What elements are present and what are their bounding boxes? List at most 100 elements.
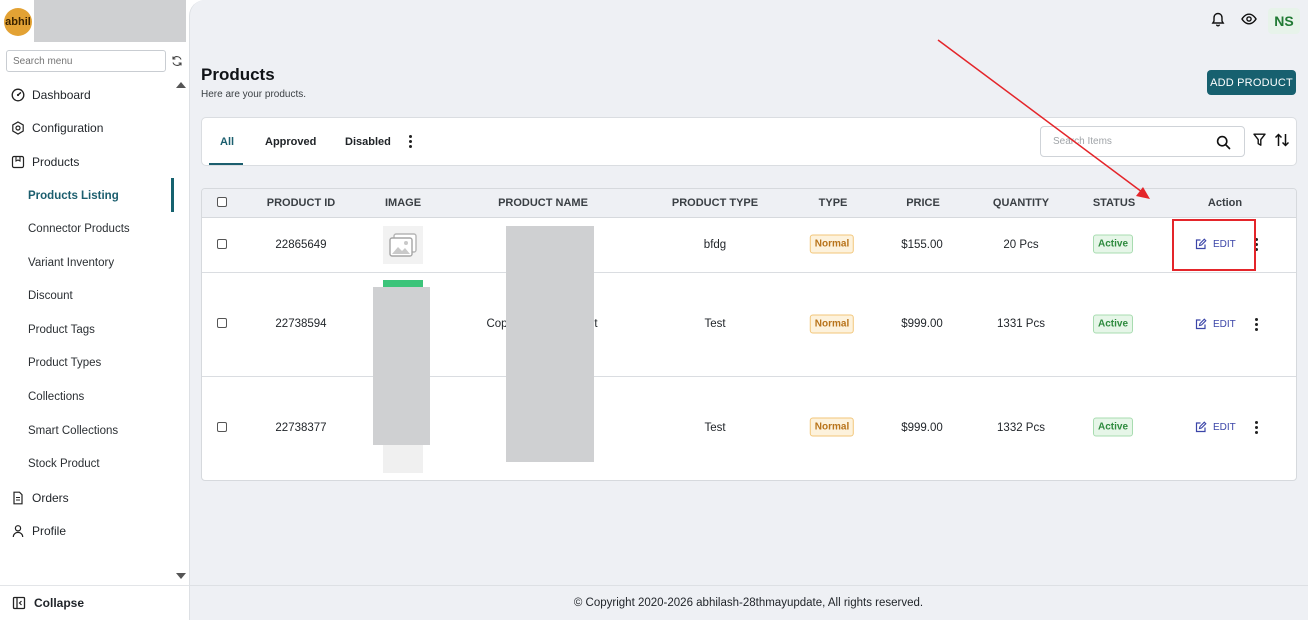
user-icon [12, 525, 24, 538]
row-more-icon[interactable] [1255, 318, 1258, 331]
sidebar-scroll-up[interactable] [176, 82, 186, 88]
page-subtitle: Here are your products. [201, 89, 307, 100]
search-items-input[interactable]: Search Items [1040, 126, 1245, 157]
tab-all[interactable]: All [220, 118, 234, 165]
status-badge: Active [1092, 234, 1134, 254]
user-avatar[interactable]: NS [1268, 8, 1300, 34]
sidebar-item-label: Dashboard [32, 88, 91, 102]
product-type: bfdg [703, 239, 727, 251]
product-id: 22865649 [275, 239, 327, 251]
bell-icon[interactable] [1211, 12, 1225, 27]
row-more-icon[interactable] [1255, 421, 1258, 434]
tabs-more-icon[interactable] [409, 135, 412, 148]
redacted-product-image [373, 287, 430, 445]
row-checkbox[interactable] [217, 422, 227, 432]
table-row: 22865649 bfdg Normal $155.00 20 Pcs Acti… [202, 218, 1296, 273]
sidebar-subitem-collections[interactable]: Collections [28, 387, 84, 407]
sidebar-subitem-stock-product[interactable]: Stock Product [28, 454, 100, 474]
product-type: Test [704, 318, 726, 330]
row-checkbox[interactable] [217, 239, 227, 249]
add-product-button[interactable]: ADD PRODUCT [1207, 70, 1296, 95]
table-row: 22738377 Test Normal $999.00 1332 Pcs Ac… [202, 377, 1296, 480]
sidebar-subitem-variant-inventory[interactable]: Variant Inventory [28, 253, 114, 273]
type-badge: Normal [809, 314, 855, 334]
sidebar-item-label: Orders [32, 491, 69, 505]
collapse-label: Collapse [34, 596, 85, 610]
search-items-placeholder: Search Items [1053, 136, 1112, 147]
product-name-fragment: Cop [486, 318, 508, 330]
document-icon [13, 491, 23, 505]
product-type: Test [704, 422, 726, 434]
sidebar-item-label: Profile [32, 524, 67, 538]
sidebar-subitem-smart-collections[interactable]: Smart Collections [28, 421, 118, 441]
refresh-icon[interactable] [171, 55, 183, 67]
collapse-sidebar-icon [12, 596, 26, 610]
tab-disabled[interactable]: Disabled [345, 118, 391, 165]
edit-button[interactable]: EDIT [1195, 421, 1236, 433]
price: $155.00 [901, 239, 943, 251]
sidebar-item-label: Configuration [32, 121, 104, 135]
select-all-checkbox[interactable] [217, 197, 227, 207]
edit-label: EDIT [1213, 421, 1236, 433]
edit-icon [1195, 318, 1207, 330]
filter-icon[interactable] [1253, 133, 1266, 147]
eye-icon[interactable] [1241, 13, 1257, 25]
sidebar-item-profile[interactable]: Profile [0, 516, 172, 546]
sidebar: abhil Dashboard Configuration Products P… [0, 0, 190, 620]
active-indicator [171, 178, 174, 212]
sidebar-item-orders[interactable]: Orders [0, 483, 172, 513]
column-header[interactable]: PRODUCT ID [267, 197, 335, 209]
brand-logo[interactable]: abhil [4, 8, 32, 36]
collapse-button[interactable]: Collapse [0, 585, 190, 620]
row-checkbox[interactable] [217, 318, 227, 328]
edit-label: EDIT [1213, 318, 1236, 330]
tab-approved[interactable]: Approved [265, 118, 316, 165]
column-header[interactable]: TYPE [819, 197, 848, 209]
sidebar-subitem-products-listing[interactable]: Products Listing [28, 186, 119, 206]
search-icon[interactable] [1216, 135, 1231, 150]
sidebar-subitem-connector-products[interactable]: Connector Products [28, 219, 130, 239]
redacted-product-name [506, 226, 594, 462]
column-header[interactable]: PRODUCT NAME [498, 197, 588, 209]
redacted-brand-name [34, 0, 186, 42]
quantity: 1332 Pcs [997, 422, 1045, 434]
product-id: 22738594 [275, 318, 327, 330]
active-tab-underline [209, 163, 243, 165]
column-header[interactable]: STATUS [1093, 197, 1135, 209]
product-image-placeholder[interactable] [383, 226, 423, 264]
sidebar-scroll-down[interactable] [176, 573, 186, 579]
table-header: PRODUCT ID IMAGE PRODUCT NAME PRODUCT TY… [202, 189, 1296, 218]
sort-icon[interactable] [1274, 133, 1290, 147]
column-header: IMAGE [384, 197, 422, 209]
image-placeholder-icon [389, 233, 417, 257]
column-header[interactable]: QUANTITY [993, 197, 1049, 209]
brand: abhil [0, 0, 186, 42]
products-table: PRODUCT ID IMAGE PRODUCT NAME PRODUCT TY… [201, 188, 1297, 481]
price: $999.00 [901, 422, 943, 434]
search-menu-input[interactable] [6, 50, 166, 72]
edit-button[interactable]: EDIT [1195, 318, 1236, 330]
status-badge: Active [1092, 314, 1134, 334]
sidebar-item-configuration[interactable]: Configuration [0, 113, 172, 143]
quantity: 1331 Pcs [997, 318, 1045, 330]
price: $999.00 [901, 318, 943, 330]
column-header[interactable]: PRODUCT TYPE [672, 197, 758, 209]
column-header[interactable]: PRICE [906, 197, 940, 209]
footer: © Copyright 2020-2026 abhilash-28thmayup… [189, 585, 1308, 620]
sidebar-item-products[interactable]: Products [0, 147, 172, 177]
table-row: 22738594 Cop t Test Normal $999.00 1331 … [202, 273, 1296, 377]
page-title: Products [201, 65, 275, 84]
copyright-text: © Copyright 2020-2026 abhilash-28thmayup… [573, 597, 924, 609]
product-name-fragment: t [594, 318, 598, 330]
sidebar-item-dashboard[interactable]: Dashboard [0, 80, 172, 110]
product-box-icon [11, 155, 25, 169]
quantity: 20 Pcs [1003, 239, 1039, 251]
edit-icon [1195, 421, 1207, 433]
column-header: Action [1207, 197, 1243, 209]
sidebar-subitem-product-types[interactable]: Product Types [28, 353, 101, 373]
type-badge: Normal [809, 417, 855, 437]
sidebar-subitem-product-tags[interactable]: Product Tags [28, 320, 95, 340]
settings-hex-icon [12, 121, 24, 135]
sidebar-item-label: Products [32, 155, 80, 169]
sidebar-subitem-discount[interactable]: Discount [28, 286, 73, 306]
